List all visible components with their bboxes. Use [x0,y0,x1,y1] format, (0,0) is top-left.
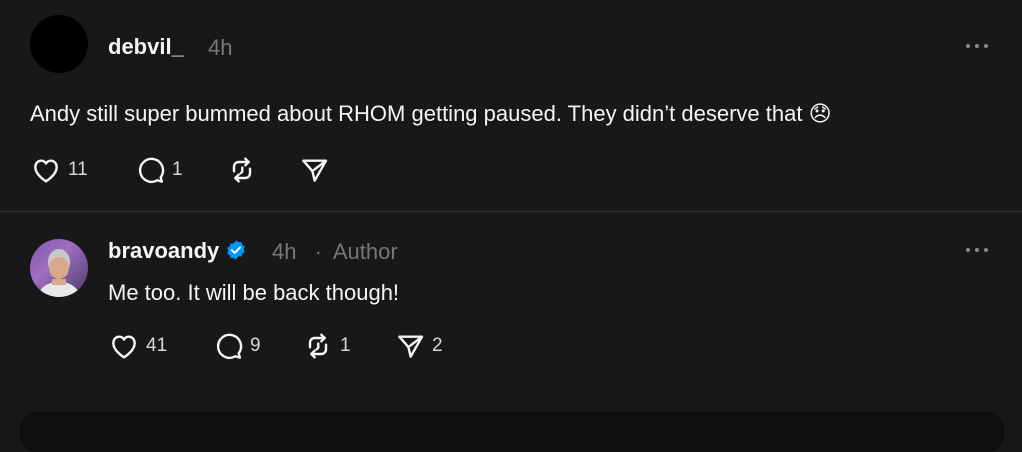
avatar[interactable] [30,239,88,297]
heart-icon [112,335,136,359]
share-button[interactable]: 2 [394,330,443,362]
reply-count: 9 [250,335,261,356]
repost-button[interactable]: 1 [302,330,351,362]
post-debvil: debvil_ 4h Andy still super bummed about… [0,0,1022,211]
share-count: 2 [432,335,443,356]
repost-count: 1 [340,335,351,356]
like-button[interactable]: 11 [30,154,88,186]
repost-button[interactable] [226,154,258,186]
like-button[interactable]: 41 [108,330,167,362]
like-count: 41 [146,335,168,356]
like-count: 11 [68,159,88,180]
meta-separator: · [314,239,322,264]
avatar[interactable] [30,15,88,73]
more-horizontal-icon[interactable] [966,246,990,254]
send-icon [302,159,328,182]
action-bar: 41 9 1 2 [108,330,468,362]
reply-count: 1 [172,159,183,180]
username[interactable]: debvil_ [108,34,184,60]
timestamp[interactable]: 4h [208,35,232,61]
post-text: Me too. It will be back though! [108,280,400,305]
heart-icon [34,159,58,183]
share-button[interactable] [298,154,330,186]
comment-icon [138,157,165,184]
post-bravoandy: bravoandy 4h · Author Me too. It will be… [0,212,1022,412]
more-horizontal-icon[interactable] [966,42,990,50]
username[interactable]: bravoandy [108,238,247,264]
comment-icon [216,333,243,360]
username-text[interactable]: bravoandy [108,238,219,263]
send-icon [398,335,424,358]
timestamp[interactable]: 4h [272,239,296,264]
avatar-photo [38,249,80,297]
action-bar: 11 1 [30,154,370,186]
reply-button[interactable]: 1 [134,154,183,186]
post-meta: 4h · Author [272,239,398,265]
author-label: Author [332,239,398,264]
reply-composer[interactable] [20,412,1004,452]
repost-icon [232,157,252,183]
repost-icon [308,333,328,359]
reply-button[interactable]: 9 [212,330,261,362]
verified-badge-icon [227,240,245,260]
post-text: Andy still super bummed about RHOM getti… [30,101,832,126]
